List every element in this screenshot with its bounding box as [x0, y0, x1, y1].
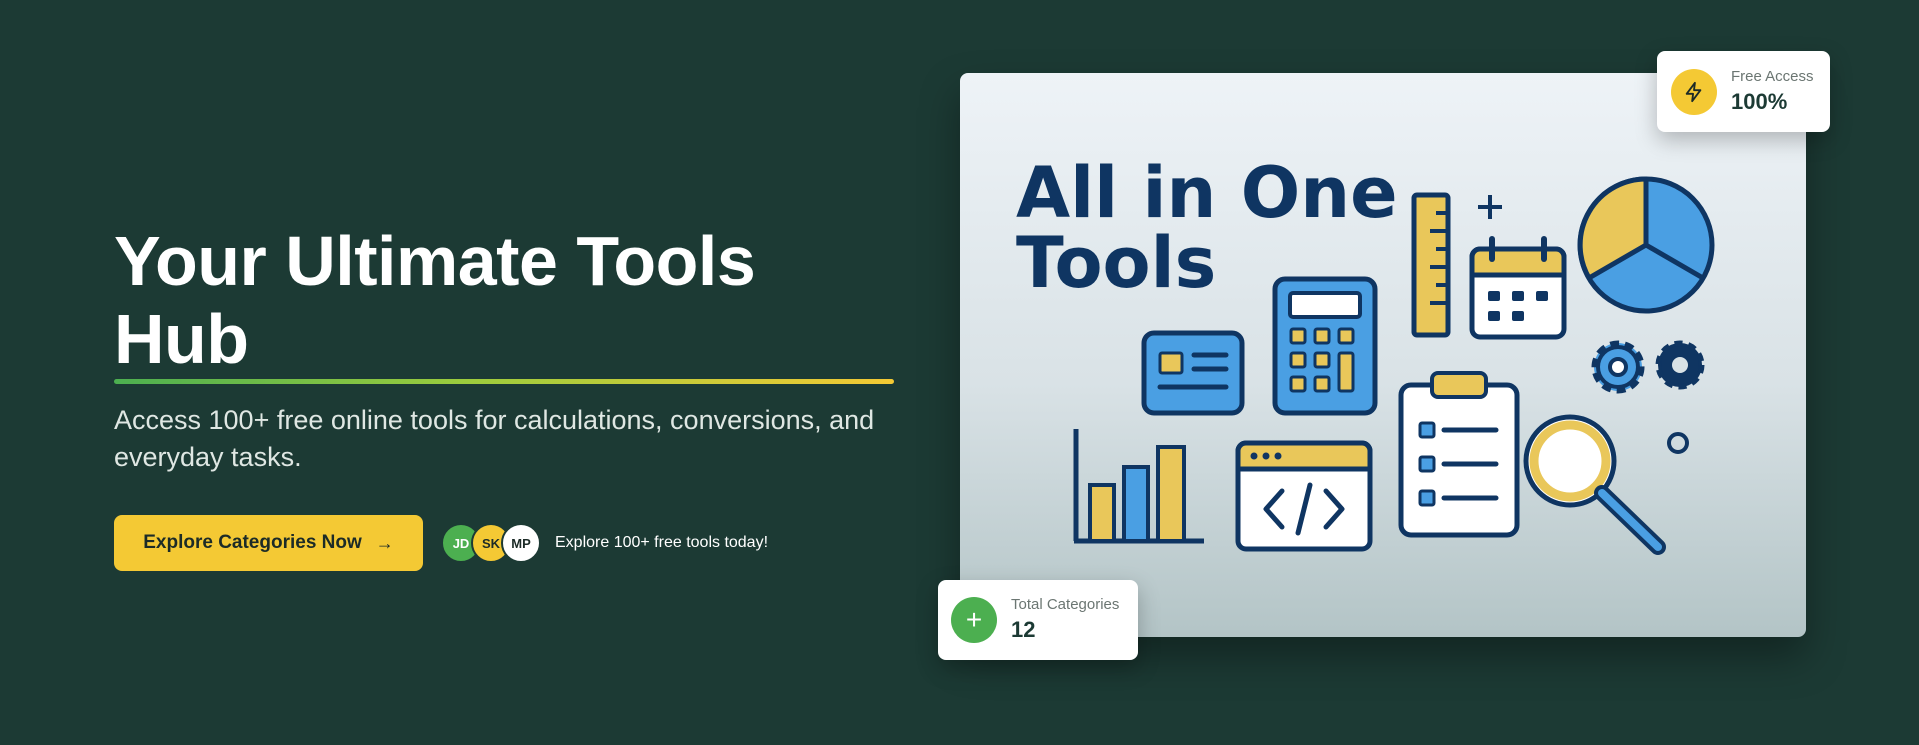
total-categories-value: 12	[1011, 617, 1036, 642]
explore-categories-label: Explore Categories Now	[143, 532, 362, 553]
pie-chart-icon	[1577, 176, 1715, 314]
social-proof-text: Explore 100+ free tools today!	[555, 534, 769, 551]
calendar-icon	[1469, 236, 1567, 340]
cta-row: Explore Categories Now → JD SK MP Explor…	[114, 515, 894, 571]
hero-title-text: Your Ultimate Tools Hub	[114, 222, 756, 378]
lightning-icon	[1671, 68, 1717, 115]
free-access-card: Free Access 100%	[1657, 51, 1830, 132]
sparkle-plus-icon	[1478, 195, 1502, 219]
gear-icon	[1591, 340, 1705, 394]
illustration-headline-line2: Tools	[1016, 222, 1216, 304]
plus-icon: +	[951, 597, 997, 643]
total-categories-card: + Total Categories 12	[938, 580, 1138, 660]
avatar-group: JD SK MP	[441, 523, 541, 563]
hero-illustration: All in One Tools	[960, 73, 1806, 637]
hero-title: Your Ultimate Tools Hub	[114, 222, 894, 384]
hero-left-column: Your Ultimate Tools Hub Access 100+ free…	[114, 222, 894, 571]
id-card-icon	[1141, 330, 1245, 416]
hero-subtitle: Access 100+ free online tools for calcul…	[114, 405, 875, 472]
avatar: MP	[501, 523, 541, 563]
free-access-value: 100%	[1731, 88, 1788, 114]
magnifier-icon	[1523, 414, 1666, 555]
code-window-icon	[1235, 440, 1373, 552]
bar-chart-icon	[1073, 429, 1204, 544]
explore-categories-button[interactable]: Explore Categories Now →	[114, 515, 423, 571]
hero-section: Your Ultimate Tools Hub Access 100+ free…	[0, 0, 1919, 745]
free-access-label: Free Access	[1731, 67, 1814, 85]
calculator-icon	[1272, 276, 1378, 416]
dot-icon	[1667, 432, 1689, 454]
clipboard-icon	[1398, 371, 1520, 538]
total-categories-label: Total Categories	[1011, 596, 1120, 613]
title-underline	[114, 379, 894, 384]
tools-illustration: All in One Tools	[1016, 152, 1715, 555]
arrow-right-icon: →	[375, 532, 394, 553]
ruler-icon	[1411, 192, 1451, 338]
